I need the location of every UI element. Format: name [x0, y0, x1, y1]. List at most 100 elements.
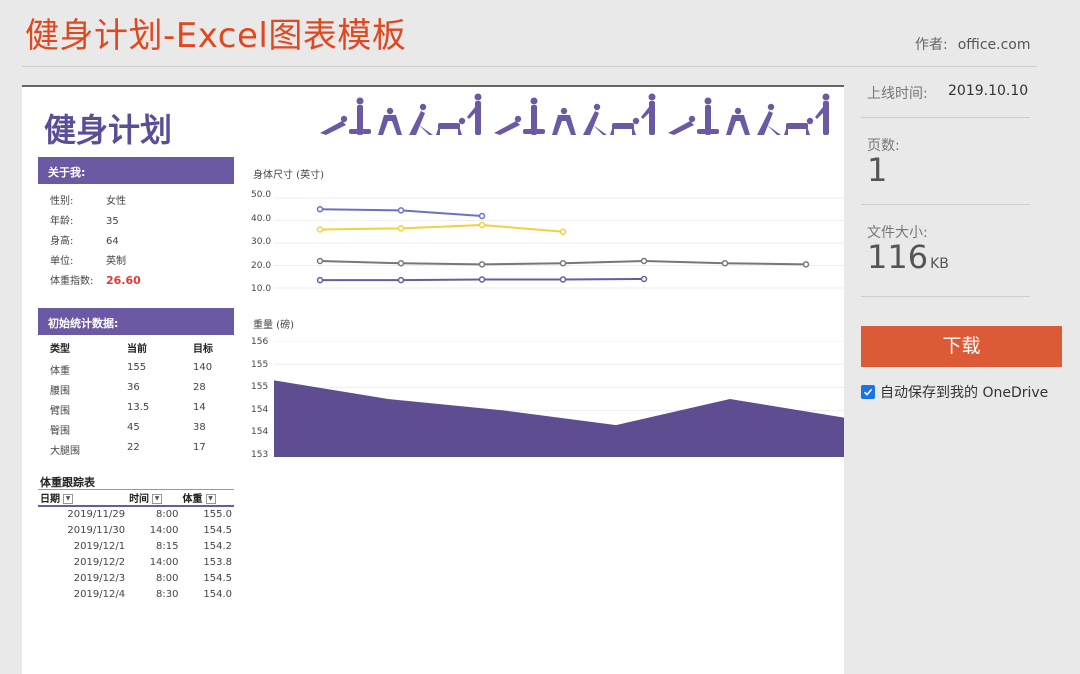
about-key: 单位: — [50, 256, 74, 267]
data-point — [478, 261, 486, 268]
meta-divider — [861, 204, 1030, 205]
meta-divider — [861, 117, 1030, 118]
checkmark-icon — [863, 388, 873, 396]
stats-cell: 体重 — [50, 366, 70, 377]
stats-cell: 14 — [193, 402, 206, 413]
data-point — [559, 228, 567, 235]
published-label: 上线时间: — [867, 86, 928, 102]
tracker-title: 体重跟踪表 — [40, 476, 95, 489]
about-header: 关于我: — [38, 157, 234, 184]
table-row: 2019/12/2 14:00 153.8 — [38, 554, 234, 570]
preview-border — [22, 85, 844, 87]
author-info: 作者: office.com — [915, 34, 1030, 54]
tracker-cell: 153.8 — [203, 556, 232, 568]
tracker-cell: 8:30 — [156, 588, 179, 600]
weight-area-chart — [274, 341, 844, 457]
tracker-cell: 8:15 — [156, 540, 179, 552]
author-label: 作者: — [915, 37, 948, 53]
about-key: 性别: — [50, 196, 74, 207]
page-title: 健身计划-Excel图表模板 — [25, 16, 407, 56]
about-row: 性别: 女性 — [50, 192, 126, 207]
table-row: 2019/11/30 14:00 154.5 — [38, 522, 234, 538]
sheet-title: 健身计划 — [44, 111, 173, 149]
stats-cell: 臂围 — [50, 406, 70, 417]
series-line — [319, 223, 564, 233]
autosave-checkbox[interactable] — [861, 385, 875, 399]
data-point — [397, 207, 405, 214]
about-row: 体重指数: 26.60 — [50, 272, 141, 287]
tracker-cell: 154.0 — [203, 588, 232, 600]
stats-column-header: 当前 — [127, 344, 147, 355]
y-tick-label: 156 — [251, 337, 269, 347]
weight-tracker-table: 日期 ▼ 时间 ▼ 体重 ▼ 2019/11/29 8:00 155.0 2019/11/30 1… — [38, 489, 234, 602]
stats-column-header: 类型 — [50, 344, 70, 355]
about-row: 身高: 64 — [50, 232, 119, 247]
y-tick-label: 155 — [251, 382, 269, 392]
tracker-cell: 2019/11/30 — [67, 524, 126, 536]
weight-area — [274, 380, 844, 457]
y-tick-label: 153 — [251, 449, 269, 460]
weight-chart-title: 重量 (磅) — [253, 320, 294, 331]
stats-cell: 臀围 — [50, 426, 70, 437]
filter-dropdown-icon[interactable]: ▼ — [152, 494, 163, 504]
data-point — [559, 276, 567, 283]
y-tick-label: 30.0 — [251, 237, 272, 247]
about-row: 年龄: 35 — [50, 212, 119, 227]
data-point — [640, 257, 648, 265]
stats-cell: 140 — [193, 362, 213, 373]
tracker-column-label: 时间 — [129, 494, 150, 505]
about-key: 身高: — [50, 236, 74, 247]
tracker-column-header[interactable]: 日期 ▼ — [38, 489, 128, 507]
data-point — [316, 206, 324, 213]
data-point — [397, 260, 405, 267]
stats-cell: 45 — [127, 422, 140, 433]
tracker-cell: 2019/11/29 — [67, 509, 126, 520]
stats-cell: 38 — [193, 422, 206, 433]
body-measurements-chart — [274, 197, 844, 289]
table-row: 2019/12/4 8:30 154.0 — [38, 586, 234, 602]
data-point — [559, 260, 567, 267]
tracker-cell: 154.5 — [203, 524, 232, 536]
stats-cell: 28 — [193, 382, 206, 393]
table-row: 2019/12/3 8:00 154.5 — [38, 570, 234, 586]
y-tick-label: 154 — [251, 427, 269, 437]
y-tick-label: 155 — [251, 359, 269, 370]
tracker-cell: 2019/12/3 — [73, 572, 126, 584]
template-preview[interactable]: 健身计划 关于我: 性别: 女性 年龄: 35 身高: 64 单位: 英制 体重指数: 26.60… — [22, 85, 844, 674]
body-chart-title: 身体尺寸 (英寸) — [253, 170, 324, 181]
data-point — [478, 276, 486, 283]
data-point — [478, 212, 486, 220]
y-tick-label: 50.0 — [251, 190, 272, 200]
autosave-option[interactable]: 自动保存到我的 OneDrive — [861, 382, 1048, 402]
tracker-cell: 8:00 — [156, 509, 179, 520]
stats-column-header: 目标 — [193, 344, 213, 355]
download-button[interactable]: 下载 — [861, 326, 1062, 367]
data-point — [316, 226, 324, 233]
data-point — [721, 260, 729, 267]
tracker-cell: 2019/12/2 — [73, 556, 126, 568]
tracker-column-header[interactable]: 时间 ▼ — [127, 489, 181, 507]
data-point — [316, 257, 324, 265]
y-tick-label: 40.0 — [251, 213, 272, 224]
stats-cell: 22 — [127, 442, 140, 453]
stats-cell: 大腿围 — [50, 446, 80, 457]
filter-dropdown-icon[interactable]: ▼ — [205, 494, 216, 504]
stats-header: 初始统计数据: — [38, 308, 234, 335]
published-date: 2019.10.10 — [948, 83, 1029, 99]
filter-dropdown-icon[interactable]: ▼ — [63, 494, 73, 504]
y-tick-label: 20.0 — [251, 260, 272, 271]
size-value: 116 KB — [867, 238, 949, 276]
data-point — [397, 225, 405, 232]
about-key: 体重指数: — [50, 276, 94, 287]
stats-cell: 17 — [193, 442, 206, 453]
tracker-cell: 14:00 — [149, 556, 179, 568]
tracker-cell: 14:00 — [149, 524, 179, 536]
table-row: 2019/11/29 8:00 155.0 — [38, 506, 234, 522]
about-key: 年龄: — [50, 216, 74, 227]
data-point — [802, 261, 810, 268]
exercise-silhouettes-icon — [320, 93, 830, 135]
y-tick-label: 10.0 — [251, 284, 272, 294]
tracker-column-header[interactable]: 体重 ▼ — [180, 489, 234, 507]
tracker-cell: 2019/12/1 — [73, 540, 126, 552]
about-value: 35 — [106, 216, 119, 227]
